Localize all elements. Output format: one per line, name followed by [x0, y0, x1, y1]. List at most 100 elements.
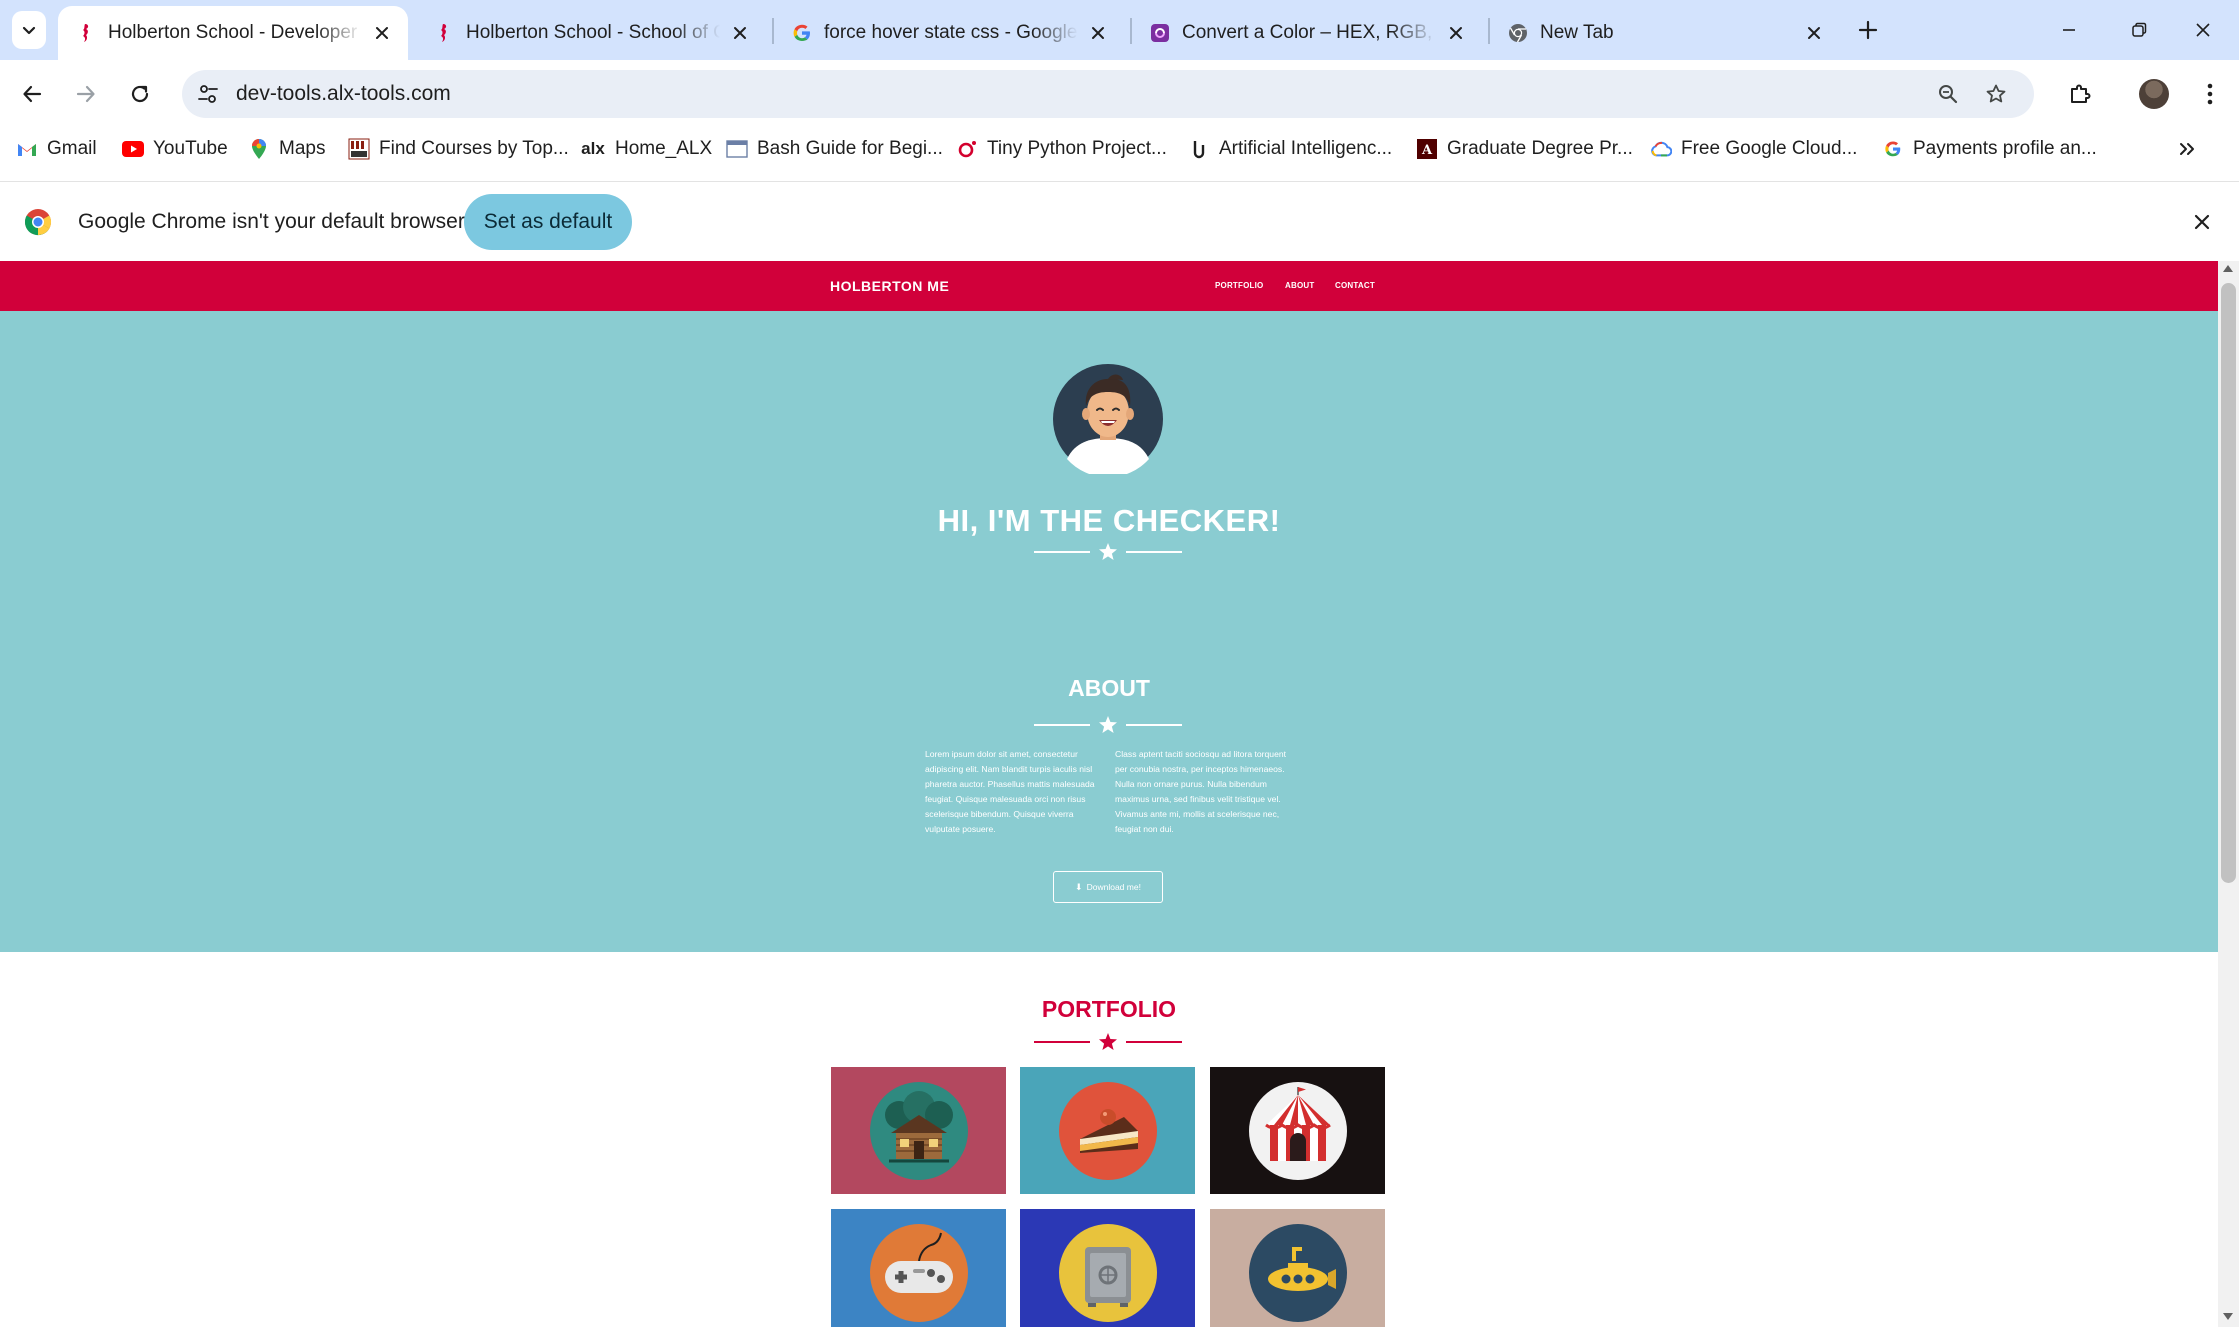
hero-title: HI, I'M THE CHECKER! — [937, 503, 1281, 538]
tab-new-tab[interactable]: New Tab — [1490, 6, 1840, 60]
close-tab-icon[interactable] — [728, 21, 752, 45]
star-divider — [1034, 1032, 1182, 1052]
alx-icon: alx — [581, 139, 605, 158]
extensions-button[interactable] — [2060, 74, 2100, 114]
star-divider — [1034, 715, 1182, 735]
new-tab-button[interactable] — [1850, 12, 1886, 48]
tab-color-converter[interactable]: Convert a Color – HEX, RGB, HSL — [1132, 6, 1482, 60]
close-tab-icon[interactable] — [1444, 21, 1468, 45]
portfolio-item-safe[interactable] — [1020, 1209, 1195, 1327]
minimize-icon — [2063, 29, 2075, 31]
reload-icon — [131, 85, 149, 103]
restore-button[interactable] — [2104, 0, 2174, 60]
star-icon — [1099, 543, 1117, 560]
download-button[interactable]: ⬇ Download me! — [1053, 871, 1163, 903]
profile-avatar[interactable] — [2139, 79, 2169, 109]
download-icon: ⬇ — [1075, 881, 1083, 892]
nav-link-portfolio[interactable]: PORTFOLIO — [1215, 261, 1263, 311]
youtube-icon — [122, 138, 144, 160]
about-title: ABOUT — [1068, 675, 1150, 701]
scrollbar-thumb[interactable] — [2221, 283, 2236, 883]
star-divider — [1034, 542, 1182, 562]
google-g-icon — [1882, 138, 1904, 160]
bookmark-gmail[interactable]: Gmail — [16, 130, 97, 168]
udacity-icon — [1188, 138, 1210, 160]
site-info-icon[interactable] — [196, 82, 220, 106]
safe-icon — [1058, 1223, 1157, 1322]
zoom-icon[interactable] — [1936, 82, 1960, 106]
circus-tent-icon — [1248, 1081, 1347, 1180]
page-scrollbar[interactable] — [2218, 261, 2239, 1327]
back-button[interactable] — [12, 74, 52, 114]
bookmark-maps[interactable]: Maps — [248, 130, 325, 168]
holberton-seahorse-icon — [432, 21, 456, 45]
color-converter-icon — [1148, 21, 1172, 45]
bookmarks-overflow-button[interactable] — [2172, 130, 2202, 168]
default-browser-infobar: Google Chrome isn't your default browser… — [0, 181, 2239, 262]
bookmark-ai[interactable]: Artificial Intelligenc... — [1188, 130, 1392, 168]
tab-title: Convert a Color – HEX, RGB, HSL — [1182, 22, 1436, 43]
tab-holberton-school[interactable]: Holberton School - School of Computer Sc… — [416, 6, 766, 60]
oreilly-icon — [956, 138, 978, 160]
tamu-icon: A — [1416, 138, 1438, 160]
cabin-icon — [869, 1081, 968, 1180]
arrow-left-icon — [23, 85, 42, 103]
tab-title: New Tab — [1540, 22, 1614, 43]
hero-section: HI, I'M THE CHECKER! ABOUT Lorem ipsum d… — [0, 311, 2218, 952]
tab-title: Holberton School - School of Computer Sc… — [466, 22, 720, 43]
bookmark-star-icon[interactable] — [1984, 82, 2008, 106]
tab-google-search[interactable]: force hover state css - Google Search — [774, 6, 1124, 60]
bookmark-graduate-degree[interactable]: A Graduate Degree Pr... — [1416, 130, 1633, 168]
bookmark-youtube[interactable]: YouTube — [122, 130, 228, 168]
close-window-button[interactable] — [2168, 0, 2238, 60]
bookmark-payments-profile[interactable]: Payments profile an... — [1882, 130, 2097, 168]
portfolio-item-cabin[interactable] — [831, 1067, 1006, 1194]
portfolio-title: PORTFOLIO — [1041, 996, 1177, 1022]
restore-icon — [2132, 22, 2147, 37]
chrome-icon — [1506, 21, 1530, 45]
tab-holberton-devtools[interactable]: Holberton School - Developer tools — [58, 6, 408, 60]
puzzle-icon — [2071, 84, 2091, 103]
close-icon[interactable] — [2188, 208, 2216, 236]
site-navbar: HOLBERTON ME PORTFOLIO ABOUT CONTACT — [0, 261, 2218, 311]
portfolio-item-game[interactable] — [831, 1209, 1006, 1327]
infobar-message: Google Chrome isn't your default browser — [78, 210, 465, 233]
url-text[interactable]: dev-tools.alx-tools.com — [236, 70, 451, 118]
reload-button[interactable] — [120, 74, 160, 114]
forward-button[interactable] — [66, 74, 106, 114]
double-chevron-right-icon — [2180, 143, 2194, 155]
close-tab-icon[interactable] — [370, 21, 394, 45]
gmail-icon — [16, 138, 38, 160]
portfolio-item-cake[interactable] — [1020, 1067, 1195, 1194]
bookmark-tiny-python[interactable]: Tiny Python Project... — [956, 130, 1167, 168]
tab-title: Holberton School - Developer tools — [108, 22, 362, 43]
bookmark-find-courses[interactable]: Find Courses by Top... — [348, 130, 569, 168]
close-tab-icon[interactable] — [1802, 21, 1826, 45]
minimize-button[interactable] — [2034, 0, 2104, 60]
submarine-icon — [1248, 1223, 1347, 1322]
nav-link-about[interactable]: ABOUT — [1285, 261, 1314, 311]
nav-link-contact[interactable]: CONTACT — [1335, 261, 1375, 311]
scroll-down-arrow-icon[interactable] — [2223, 1313, 2233, 1320]
portfolio-item-submarine[interactable] — [1210, 1209, 1385, 1327]
set-as-default-button[interactable]: Set as default — [464, 194, 632, 250]
bookmarks-bar: Gmail YouTube Maps Find Courses by Top..… — [0, 130, 2239, 168]
bookmark-home-alx[interactable]: alx Home_ALX — [580, 130, 712, 168]
portfolio-item-circus[interactable] — [1210, 1067, 1385, 1194]
chrome-logo-icon — [24, 209, 52, 236]
scroll-up-arrow-icon[interactable] — [2223, 265, 2233, 272]
google-g-icon — [790, 21, 814, 45]
avatar — [1053, 364, 1163, 474]
bookmark-google-cloud[interactable]: Free Google Cloud... — [1650, 130, 1857, 168]
bookmark-bash-guide[interactable]: Bash Guide for Begi... — [726, 130, 943, 168]
game-controller-icon — [869, 1223, 968, 1322]
address-bar[interactable]: dev-tools.alx-tools.com — [182, 70, 2034, 118]
chrome-menu-button[interactable] — [2194, 74, 2226, 114]
tab-strip: Holberton School - Developer tools Holbe… — [0, 0, 2239, 60]
close-tab-icon[interactable] — [1086, 21, 1110, 45]
arrow-right-icon — [76, 85, 95, 103]
holberton-seahorse-icon — [74, 21, 98, 45]
site-brand[interactable]: HOLBERTON ME — [830, 261, 949, 311]
chevron-down-icon — [22, 26, 36, 35]
tab-search-button[interactable] — [12, 11, 46, 49]
